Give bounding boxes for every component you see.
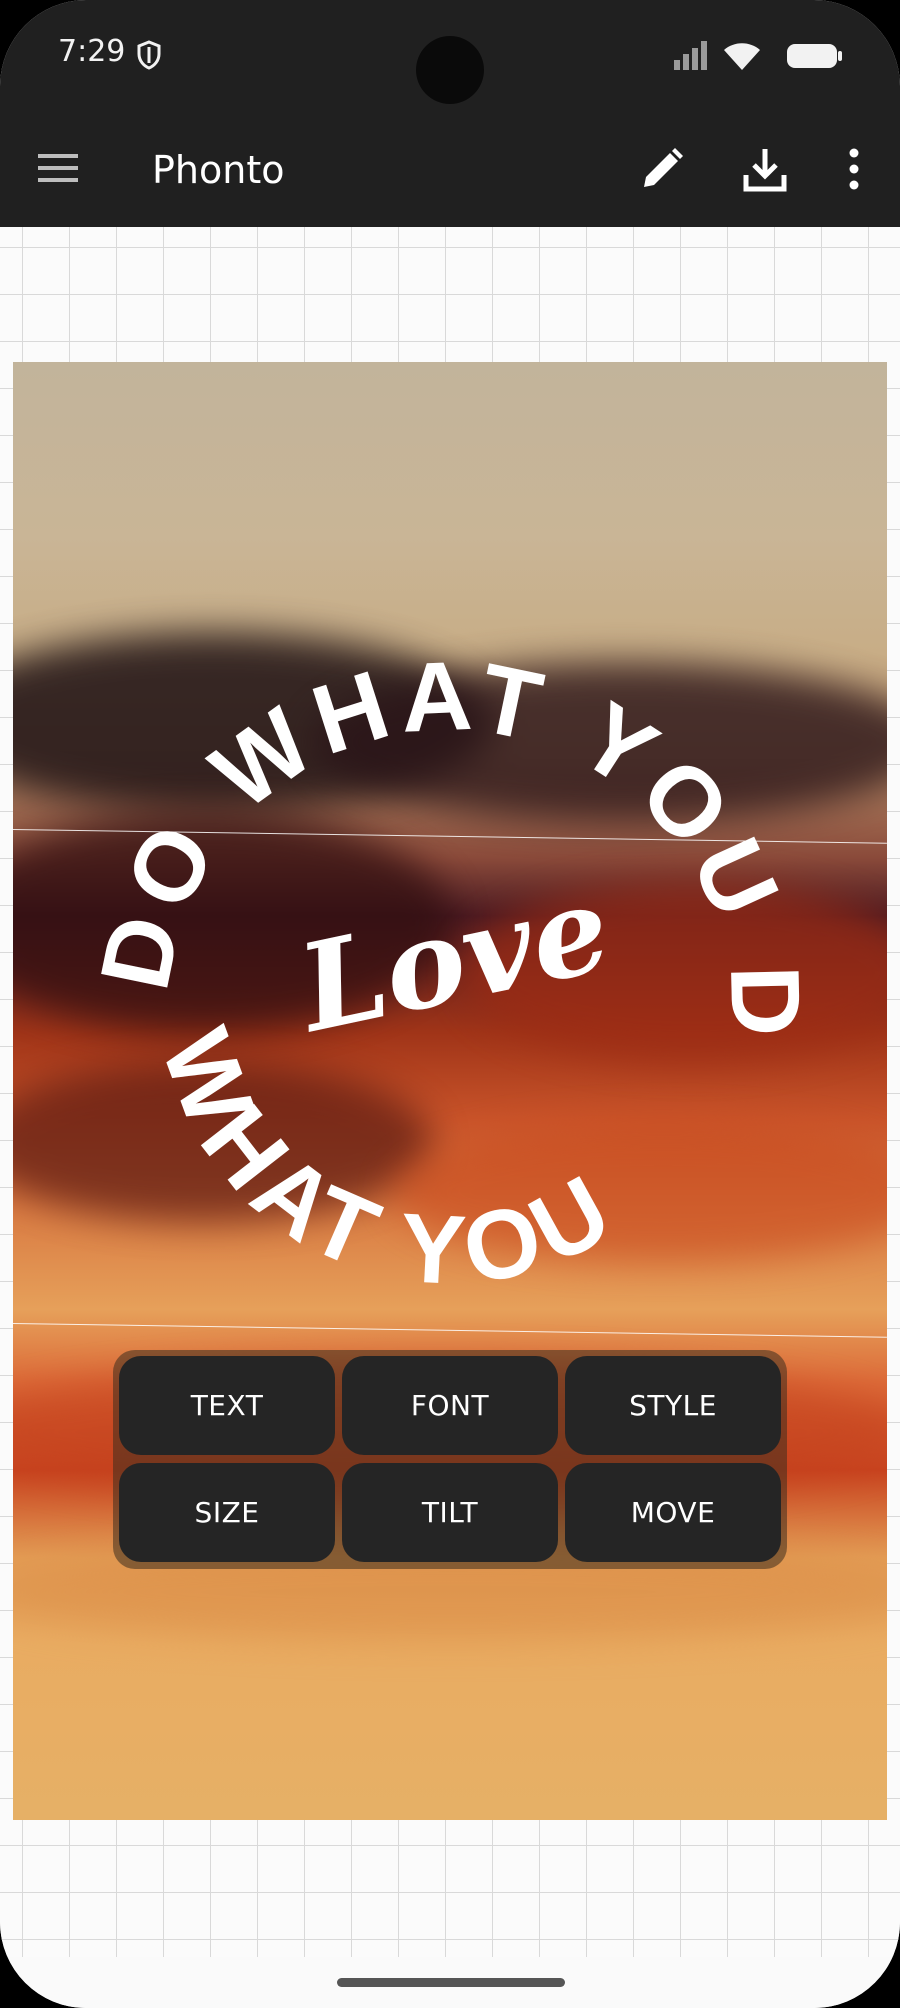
text-overlay[interactable]: DO WHAT YOU DO WHAT YOU Love xyxy=(0,0,900,2008)
arc-text-bottom: WHAT YOU xyxy=(141,1015,634,1306)
text-button[interactable]: TEXT xyxy=(119,1356,335,1455)
tilt-button[interactable]: TILT xyxy=(342,1463,558,1562)
tool-panel: TEXT FONT STYLE SIZE TILT MOVE xyxy=(113,1350,787,1569)
arc-text-top: DO WHAT YOU DO xyxy=(0,0,822,1045)
home-indicator[interactable] xyxy=(337,1978,565,1987)
center-script-text: Love xyxy=(285,857,621,1060)
move-button[interactable]: MOVE xyxy=(565,1463,781,1562)
phone-screen: 7:29 Phonto DO WHAT YOU D WHAT YOU Love … xyxy=(0,0,900,2008)
size-button[interactable]: SIZE xyxy=(119,1463,335,1562)
style-button[interactable]: STYLE xyxy=(565,1356,781,1455)
font-button[interactable]: FONT xyxy=(342,1356,558,1455)
